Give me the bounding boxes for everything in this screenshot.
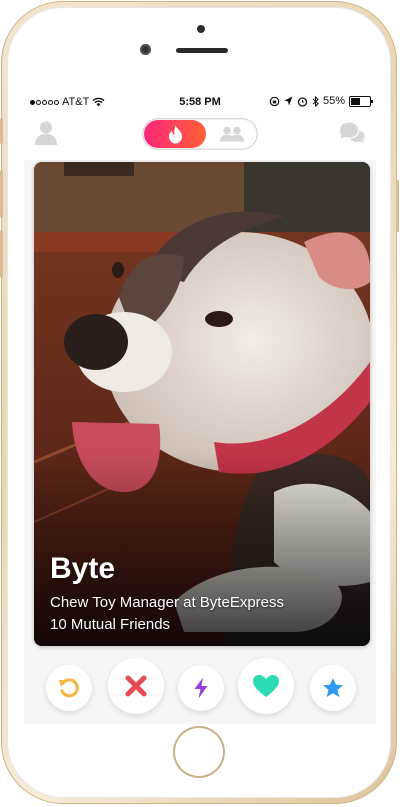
- flame-icon: [168, 125, 182, 143]
- rotation-lock-icon: [269, 96, 280, 106]
- profile-name: Byte: [50, 552, 116, 585]
- action-bar: [24, 652, 376, 724]
- discovery-toggle[interactable]: [142, 118, 258, 150]
- like-heart-icon: [253, 675, 279, 697]
- super-like-star-icon: [323, 678, 343, 697]
- battery-percent: 55%: [322, 95, 345, 107]
- chat-bubbles-icon[interactable]: [338, 121, 366, 145]
- rewind-icon: [59, 678, 79, 698]
- tab-groups[interactable]: [212, 124, 252, 144]
- profile-icon[interactable]: [34, 120, 58, 146]
- power-button: [396, 180, 399, 232]
- group-icon: [220, 126, 244, 142]
- like-button[interactable]: [238, 658, 294, 714]
- boost-bolt-icon: [194, 677, 208, 699]
- profile-job: Chew Toy Manager at ByteExpress: [50, 594, 285, 611]
- front-camera: [140, 44, 151, 55]
- mutual-friends: 10 Mutual Friends: [50, 616, 171, 633]
- status-right: 55%: [269, 95, 373, 107]
- nope-button[interactable]: [108, 658, 164, 714]
- alarm-clock-icon: [297, 96, 308, 107]
- profile-card[interactable]: Byte Chew Toy Manager at ByteExpress 10 …: [34, 162, 370, 646]
- screen: AT&T 5:58 PM 55% Byte Chew Toy Manager a…: [24, 92, 376, 724]
- volume-down-button: [0, 230, 3, 278]
- rewind-button[interactable]: [46, 665, 92, 711]
- app-header: [24, 112, 376, 160]
- battery-icon: [349, 95, 373, 107]
- nope-x-icon: [125, 675, 147, 697]
- location-arrow-icon: [284, 96, 293, 106]
- mute-switch: [0, 118, 3, 144]
- super-like-button[interactable]: [310, 665, 356, 711]
- status-bar: AT&T 5:58 PM 55%: [24, 92, 376, 112]
- home-button[interactable]: [173, 726, 225, 778]
- boost-button[interactable]: [178, 665, 224, 711]
- earpiece-speaker: [176, 48, 228, 53]
- proximity-sensor: [197, 25, 205, 33]
- tab-swipe[interactable]: [144, 120, 206, 148]
- volume-up-button: [0, 170, 3, 218]
- bluetooth-icon: [312, 95, 319, 107]
